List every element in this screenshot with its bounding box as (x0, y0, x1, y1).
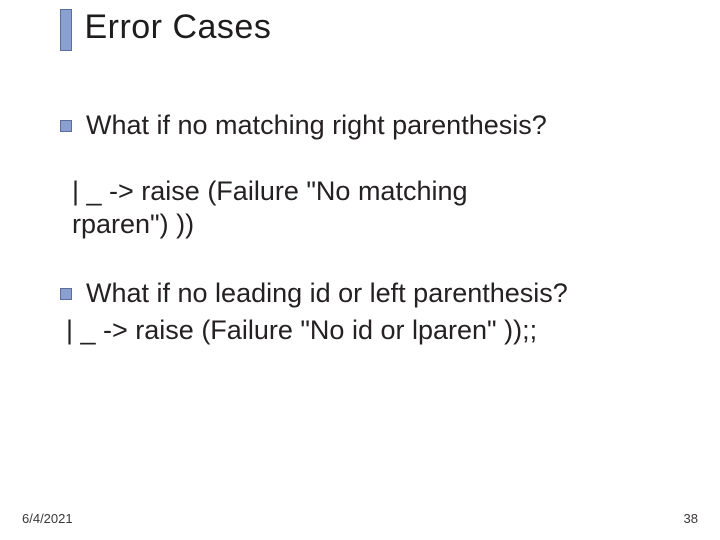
bullet-group: What if no leading id or left parenthesi… (60, 276, 660, 347)
square-bullet-icon (60, 288, 72, 300)
footer-page-number: 38 (684, 511, 698, 526)
title-block: Error Cases (60, 5, 271, 51)
bullet-item: What if no leading id or left parenthesi… (60, 276, 660, 311)
footer-date: 6/4/2021 (22, 511, 73, 526)
slide-title: Error Cases (84, 5, 271, 47)
slide-body: What if no matching right parenthesis? |… (60, 108, 660, 347)
square-bullet-icon (60, 120, 72, 132)
bullet-text: What if no leading id or left parenthesi… (86, 276, 660, 311)
code-line: | _ -> raise (Failure "No id or lparen" … (66, 313, 660, 348)
code-block: | _ -> raise (Failure "No matching rpare… (72, 175, 660, 243)
code-line: rparen") )) (72, 209, 194, 239)
bullet-text: What if no matching right parenthesis? (86, 108, 660, 143)
slide: Error Cases What if no matching right pa… (0, 0, 720, 540)
title-accent-bar (60, 9, 72, 51)
bullet-item: What if no matching right parenthesis? (60, 108, 660, 143)
code-line: | _ -> raise (Failure "No matching (72, 176, 468, 206)
